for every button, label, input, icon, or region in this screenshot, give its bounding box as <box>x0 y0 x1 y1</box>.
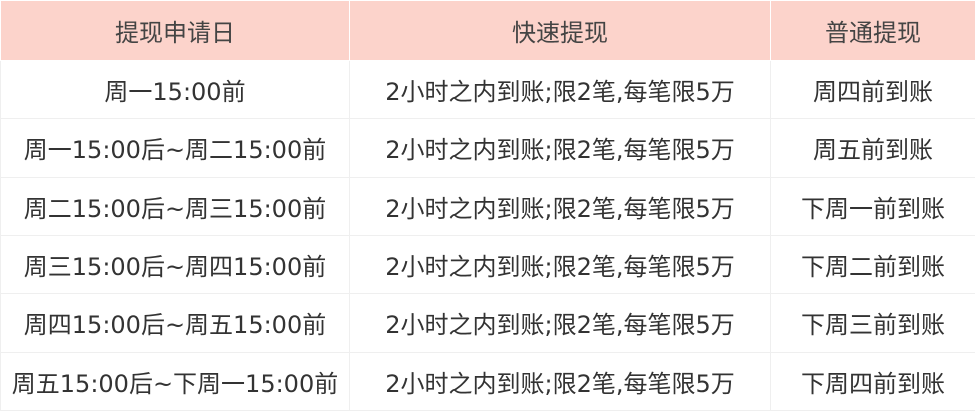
withdrawal-schedule-table: 提现申请日 快速提现 普通提现 周一15:00前 2小时之内到账;限2笔,每笔限… <box>0 0 975 411</box>
table-header: 提现申请日 快速提现 普通提现 <box>0 0 975 61</box>
table-row: 周一15:00后~周二15:00前 2小时之内到账;限2笔,每笔限5万 周五前到… <box>0 118 975 178</box>
table-row: 周四15:00后~周五15:00前 2小时之内到账;限2笔,每笔限5万 下周三前… <box>0 293 975 353</box>
header-row: 提现申请日 快速提现 普通提现 <box>0 0 975 61</box>
header-application-day: 提现申请日 <box>0 0 350 61</box>
header-fast-withdrawal: 快速提现 <box>349 0 771 61</box>
cell-fast-withdrawal: 2小时之内到账;限2笔,每笔限5万 <box>349 176 771 236</box>
cell-application-day: 周四15:00后~周五15:00前 <box>0 293 350 353</box>
cell-application-day: 周一15:00后~周二15:00前 <box>0 118 350 178</box>
table-row: 周三15:00后~周四15:00前 2小时之内到账;限2笔,每笔限5万 下周二前… <box>0 234 975 295</box>
table-row: 周五15:00后~下周一15:00前 2小时之内到账;限2笔,每笔限5万 下周四… <box>0 351 975 411</box>
cell-fast-withdrawal: 2小时之内到账;限2笔,每笔限5万 <box>349 293 771 353</box>
cell-fast-withdrawal: 2小时之内到账;限2笔,每笔限5万 <box>349 118 771 178</box>
cell-application-day: 周一15:00前 <box>0 59 350 120</box>
cell-normal-withdrawal: 下周二前到账 <box>770 234 975 295</box>
cell-normal-withdrawal: 下周三前到账 <box>770 293 975 353</box>
table-row: 周二15:00后~周三15:00前 2小时之内到账;限2笔,每笔限5万 下周一前… <box>0 176 975 236</box>
cell-fast-withdrawal: 2小时之内到账;限2笔,每笔限5万 <box>349 351 771 411</box>
cell-application-day: 周三15:00后~周四15:00前 <box>0 234 350 295</box>
table-row: 周一15:00前 2小时之内到账;限2笔,每笔限5万 周四前到账 <box>0 59 975 120</box>
cell-normal-withdrawal: 周五前到账 <box>770 118 975 178</box>
cell-application-day: 周五15:00后~下周一15:00前 <box>0 351 350 411</box>
cell-fast-withdrawal: 2小时之内到账;限2笔,每笔限5万 <box>349 59 771 120</box>
cell-normal-withdrawal: 下周一前到账 <box>770 176 975 236</box>
header-normal-withdrawal: 普通提现 <box>770 0 975 61</box>
cell-fast-withdrawal: 2小时之内到账;限2笔,每笔限5万 <box>349 234 771 295</box>
cell-normal-withdrawal: 下周四前到账 <box>770 351 975 411</box>
cell-normal-withdrawal: 周四前到账 <box>770 59 975 120</box>
cell-application-day: 周二15:00后~周三15:00前 <box>0 176 350 236</box>
table-body: 周一15:00前 2小时之内到账;限2笔,每笔限5万 周四前到账 周一15:00… <box>0 59 975 411</box>
